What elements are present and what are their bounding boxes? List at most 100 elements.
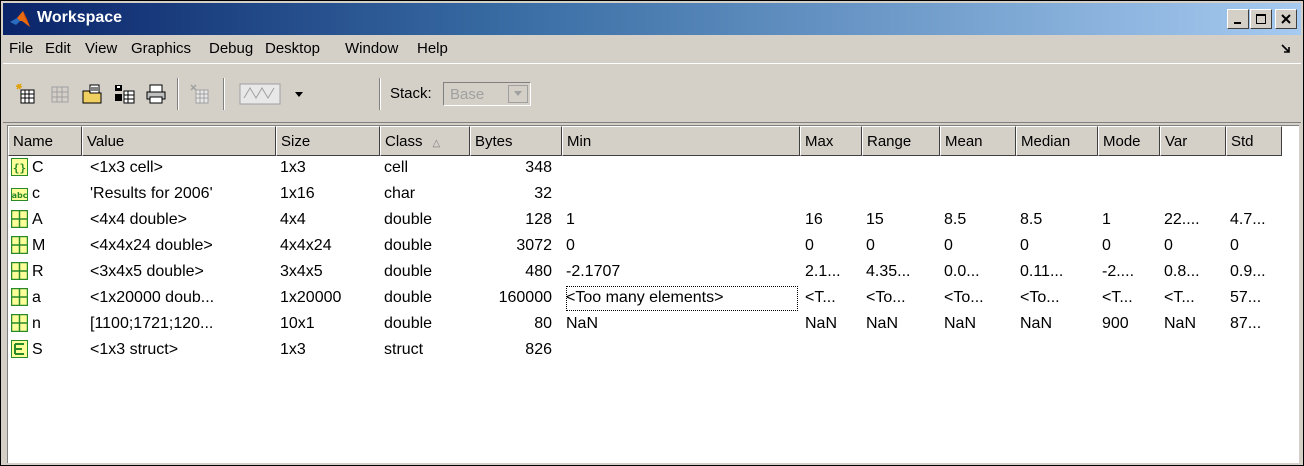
cell-median[interactable] bbox=[1020, 182, 1096, 207]
cell-min[interactable] bbox=[566, 156, 798, 181]
maximize-button[interactable] bbox=[1250, 9, 1272, 29]
cell-value[interactable]: 'Results for 2006' bbox=[90, 182, 274, 207]
cell-median[interactable]: <To... bbox=[1020, 286, 1096, 311]
cell-size[interactable]: 1x3 bbox=[280, 338, 376, 363]
cell-value[interactable]: <4x4 double> bbox=[90, 208, 274, 233]
cell-value[interactable]: [1100;1721;120... bbox=[90, 312, 274, 337]
stack-dropdown-button[interactable] bbox=[508, 85, 528, 103]
cell-std[interactable]: 57... bbox=[1230, 286, 1282, 311]
dock-arrow-icon[interactable] bbox=[1281, 44, 1291, 54]
cell-range[interactable] bbox=[866, 182, 938, 207]
cell-var[interactable]: 0 bbox=[1164, 234, 1224, 259]
cell-bytes[interactable]: 32 bbox=[470, 182, 552, 207]
cell-range[interactable]: 15 bbox=[866, 208, 938, 233]
delete-variable-button[interactable] bbox=[187, 81, 213, 107]
column-header-std[interactable]: Std bbox=[1226, 126, 1282, 156]
cell-median[interactable] bbox=[1020, 338, 1096, 363]
cell-min[interactable]: 0 bbox=[566, 234, 798, 259]
cell-min[interactable]: 1 bbox=[566, 208, 798, 233]
cell-std[interactable] bbox=[1230, 182, 1282, 207]
column-header-class[interactable]: Class △ bbox=[380, 126, 470, 156]
column-header-var[interactable]: Var bbox=[1160, 126, 1226, 156]
cell-max[interactable]: 2.1... bbox=[805, 260, 861, 285]
cell-size[interactable]: 3x4x5 bbox=[280, 260, 376, 285]
variable-name[interactable]: c bbox=[32, 185, 40, 203]
cell-var[interactable] bbox=[1164, 156, 1224, 181]
cell-min[interactable]: <Too many elements> bbox=[566, 286, 798, 311]
cell-var[interactable]: <T... bbox=[1164, 286, 1224, 311]
cell-var[interactable]: NaN bbox=[1164, 312, 1224, 337]
cell-mode[interactable] bbox=[1102, 156, 1158, 181]
cell-class[interactable]: double bbox=[384, 312, 468, 337]
cell-size[interactable]: 1x16 bbox=[280, 182, 376, 207]
cell-mean[interactable]: NaN bbox=[944, 312, 1014, 337]
cell-std[interactable]: 4.7... bbox=[1230, 208, 1282, 233]
cell-median[interactable]: 0.11... bbox=[1020, 260, 1096, 285]
variable-name[interactable]: R bbox=[32, 263, 44, 281]
cell-mean[interactable]: <To... bbox=[944, 286, 1014, 311]
cell-value[interactable]: <1x3 cell> bbox=[90, 156, 274, 181]
import-data-button[interactable] bbox=[79, 81, 105, 107]
cell-std[interactable] bbox=[1230, 156, 1282, 181]
cell-bytes[interactable]: 348 bbox=[470, 156, 552, 181]
workspace-table[interactable]: Name Value Size Class △ Bytes Min Max Ran… bbox=[7, 125, 1299, 463]
cell-value[interactable]: <1x3 struct> bbox=[90, 338, 274, 363]
cell-max[interactable]: NaN bbox=[805, 312, 861, 337]
table-row[interactable]: S <1x3 struct> 1x3 struct 826 bbox=[8, 338, 1299, 363]
cell-bytes[interactable]: 160000 bbox=[470, 286, 552, 311]
cell-median[interactable]: 0 bbox=[1020, 234, 1096, 259]
cell-class[interactable]: double bbox=[384, 286, 468, 311]
column-header-mean[interactable]: Mean bbox=[940, 126, 1016, 156]
table-row[interactable]: M <4x4x24 double> 4x4x24 double 3072 0 0 0 0 0 0 0 0 bbox=[8, 234, 1299, 259]
cell-min[interactable] bbox=[566, 338, 798, 363]
cell-range[interactable]: NaN bbox=[866, 312, 938, 337]
cell-std[interactable]: 0.9... bbox=[1230, 260, 1282, 285]
new-variable-button[interactable] bbox=[13, 81, 39, 107]
stack-select[interactable]: Base bbox=[443, 82, 531, 106]
cell-median[interactable]: NaN bbox=[1020, 312, 1096, 337]
cell-class[interactable]: double bbox=[384, 260, 468, 285]
cell-median[interactable]: 8.5 bbox=[1020, 208, 1096, 233]
cell-mode[interactable]: -2.... bbox=[1102, 260, 1158, 285]
column-header-median[interactable]: Median bbox=[1016, 126, 1098, 156]
column-header-bytes[interactable]: Bytes bbox=[470, 126, 562, 156]
cell-range[interactable] bbox=[866, 338, 938, 363]
variable-name[interactable]: A bbox=[32, 211, 43, 229]
cell-std[interactable] bbox=[1230, 338, 1282, 363]
cell-max[interactable] bbox=[805, 156, 861, 181]
table-row[interactable]: {} C <1x3 cell> 1x3 cell 348 bbox=[8, 156, 1299, 181]
menu-view[interactable]: View bbox=[85, 40, 117, 57]
cell-mean[interactable]: 0.0... bbox=[944, 260, 1014, 285]
cell-value[interactable]: <3x4x5 double> bbox=[90, 260, 274, 285]
cell-max[interactable]: 16 bbox=[805, 208, 861, 233]
variable-name[interactable]: a bbox=[32, 289, 41, 307]
variable-name[interactable]: C bbox=[32, 159, 44, 177]
cell-bytes[interactable]: 128 bbox=[470, 208, 552, 233]
cell-min[interactable]: -2.1707 bbox=[566, 260, 798, 285]
menu-desktop[interactable]: Desktop bbox=[265, 40, 320, 57]
menu-edit[interactable]: Edit bbox=[45, 40, 71, 57]
cell-mode[interactable] bbox=[1102, 182, 1158, 207]
cell-range[interactable]: 4.35... bbox=[866, 260, 938, 285]
cell-mean[interactable] bbox=[944, 182, 1014, 207]
cell-range[interactable]: <To... bbox=[866, 286, 938, 311]
cell-bytes[interactable]: 826 bbox=[470, 338, 552, 363]
cell-var[interactable]: 0.8... bbox=[1164, 260, 1224, 285]
column-header-range[interactable]: Range bbox=[862, 126, 940, 156]
cell-class[interactable]: char bbox=[384, 182, 468, 207]
cell-mode[interactable]: <T... bbox=[1102, 286, 1158, 311]
cell-max[interactable]: <T... bbox=[805, 286, 861, 311]
column-header-min[interactable]: Min bbox=[562, 126, 800, 156]
open-selection-button[interactable] bbox=[47, 81, 73, 107]
cell-min[interactable]: NaN bbox=[566, 312, 798, 337]
menu-file[interactable]: File bbox=[9, 40, 33, 57]
cell-std[interactable]: 0 bbox=[1230, 234, 1282, 259]
column-header-size[interactable]: Size bbox=[276, 126, 380, 156]
save-workspace-button[interactable] bbox=[111, 81, 137, 107]
cell-class[interactable]: double bbox=[384, 208, 468, 233]
cell-min[interactable] bbox=[566, 182, 798, 207]
cell-max[interactable] bbox=[805, 338, 861, 363]
variable-name[interactable]: M bbox=[32, 237, 45, 255]
menu-help[interactable]: Help bbox=[417, 40, 448, 57]
menu-graphics[interactable]: Graphics bbox=[131, 40, 191, 57]
